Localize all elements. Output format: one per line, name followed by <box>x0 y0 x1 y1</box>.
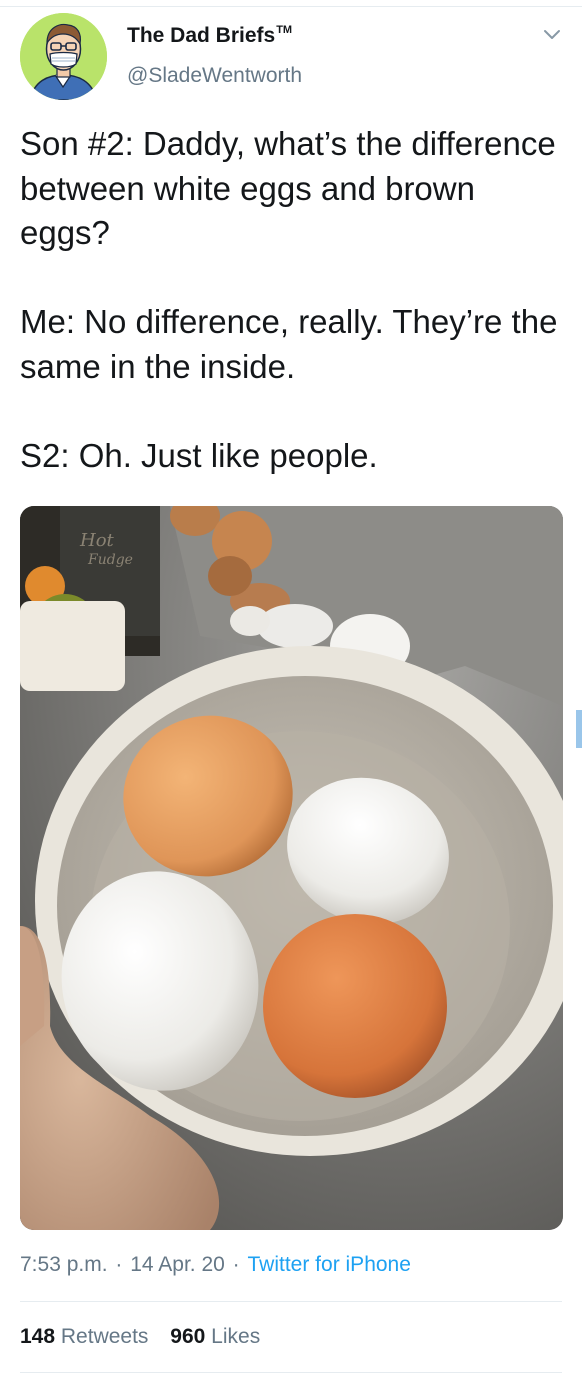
tweet-meta: 7:53 p.m. · 14 Apr. 20 · Twitter for iPh… <box>20 1253 411 1277</box>
author-display-name[interactable]: The Dad BriefsTM <box>127 24 292 48</box>
svg-text:Fudge: Fudge <box>87 552 133 568</box>
cartoon-dad-avatar-icon <box>20 13 107 100</box>
tweet-source-link[interactable]: Twitter for iPhone <box>248 1253 411 1276</box>
likes-stat[interactable]: 960 Likes <box>170 1325 260 1349</box>
retweets-count: 148 <box>20 1325 56 1348</box>
svg-text:Hot: Hot <box>79 530 115 551</box>
likes-count: 960 <box>170 1325 206 1348</box>
stats-divider <box>20 1301 562 1302</box>
tweet-time[interactable]: 7:53 p.m. <box>20 1253 108 1276</box>
tweet-stats: 148 Retweets 960 Likes <box>20 1325 276 1349</box>
trademark-mark: TM <box>276 24 293 36</box>
tweet-date[interactable]: 14 Apr. 20 <box>130 1253 225 1276</box>
tweet-text: Son #2: Daddy, what’s the difference bet… <box>20 125 558 474</box>
meta-separator: · <box>109 1253 129 1276</box>
meta-separator-2: · <box>226 1253 246 1276</box>
more-options-chevron-down-icon[interactable] <box>540 26 564 44</box>
top-divider <box>0 6 582 7</box>
author-handle[interactable]: @SladeWentworth <box>127 64 302 88</box>
retweets-label: Retweets <box>60 1325 149 1348</box>
photo-bowl-of-eggs-icon: Hot Fudge <box>20 506 563 1230</box>
author-name-text: The Dad Briefs <box>127 24 276 47</box>
side-scroll-indicator <box>576 710 582 748</box>
likes-label: Likes <box>211 1325 261 1348</box>
bottom-divider <box>20 1372 562 1373</box>
avatar[interactable] <box>20 13 107 100</box>
retweets-stat[interactable]: 148 Retweets <box>20 1325 148 1349</box>
tweet-photo[interactable]: Hot Fudge <box>20 506 563 1230</box>
